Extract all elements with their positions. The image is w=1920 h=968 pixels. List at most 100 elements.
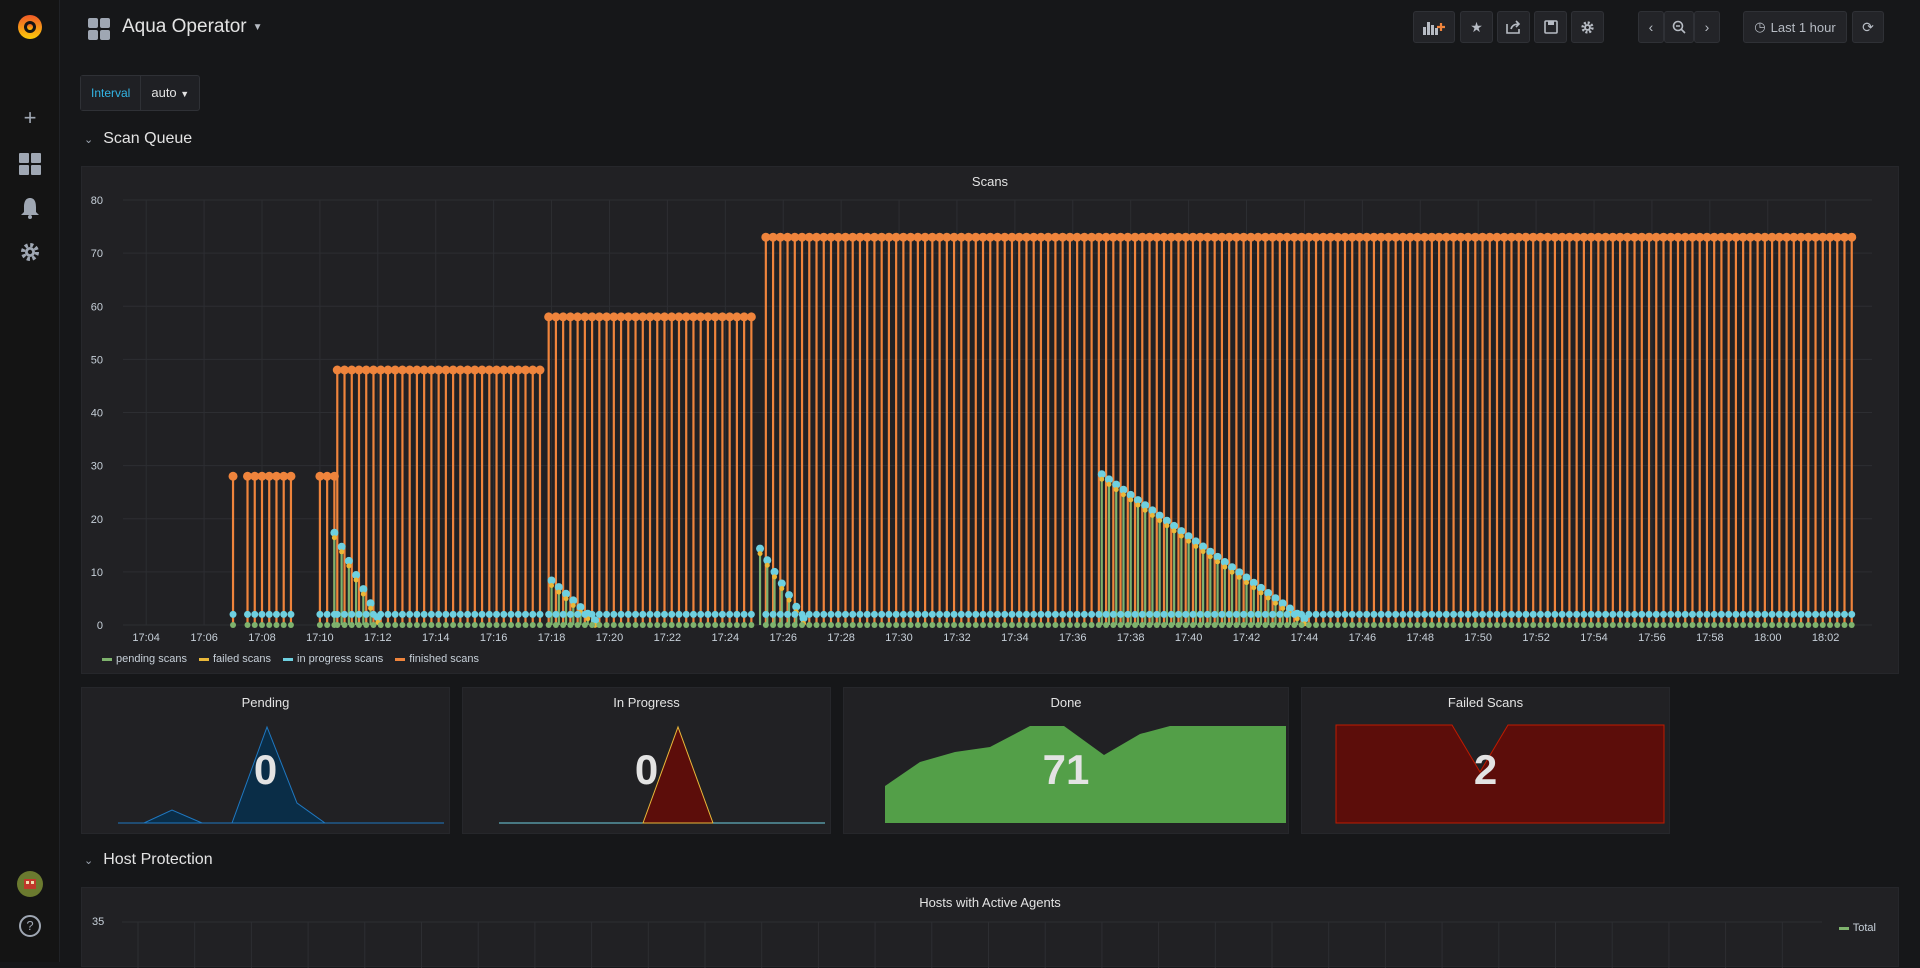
legend-label[interactable]: Total	[1853, 922, 1876, 934]
row-scan-queue[interactable]: ⌄ Scan Queue	[84, 130, 192, 148]
pending-point	[1624, 622, 1631, 628]
legend-item[interactable]: failed scans	[198, 653, 272, 665]
pending-point	[522, 622, 529, 628]
in-progress-point	[805, 610, 813, 618]
in-progress-point	[1102, 610, 1110, 618]
time-back-button[interactable]: ‹	[1638, 11, 1664, 43]
time-forward-button[interactable]: ›	[1694, 11, 1720, 43]
in-progress-point	[1544, 610, 1552, 618]
in-progress-point	[798, 610, 806, 618]
pending-point	[661, 622, 668, 628]
in-progress-point	[1066, 610, 1074, 618]
pending-point	[1494, 622, 1501, 628]
in-progress-point	[287, 610, 295, 618]
settings-button[interactable]	[1571, 11, 1604, 43]
failed-point	[1200, 549, 1206, 555]
interval-select[interactable]: auto ▼	[141, 76, 199, 110]
in-progress-point	[1428, 610, 1436, 618]
in-progress-point	[442, 610, 450, 618]
failed-point	[764, 562, 770, 568]
refresh-button[interactable]: ⟳	[1852, 11, 1884, 43]
caret-down-icon: ▼	[252, 21, 263, 33]
pending-point	[1320, 622, 1327, 628]
in-progress-point	[1768, 610, 1776, 618]
in-progress-point	[1290, 610, 1298, 618]
in-progress-point	[1703, 610, 1711, 618]
in-progress-point	[632, 610, 640, 618]
pending-point	[813, 622, 820, 628]
in-progress-point	[1196, 610, 1204, 618]
in-progress-point	[1283, 610, 1291, 618]
failed-point	[346, 563, 352, 569]
legend-item[interactable]: pending scans	[102, 653, 187, 665]
share-button[interactable]	[1497, 11, 1530, 43]
in-progress-point	[718, 610, 726, 618]
in-progress-point	[776, 610, 784, 618]
in-progress-point	[1015, 610, 1023, 618]
pending-point	[856, 622, 863, 628]
in-progress-point	[610, 610, 618, 618]
scans-chart: 0 10 20 30 40 50 60 70 80 17:04 17:06 17:08 17:10 17:…	[91, 195, 1872, 644]
in-progress-point	[1312, 610, 1320, 618]
pending-point	[1580, 622, 1587, 628]
avatar[interactable]	[0, 864, 60, 904]
pending-point	[791, 622, 798, 628]
pending-point	[1363, 622, 1370, 628]
save-button[interactable]	[1534, 11, 1567, 43]
in-progress-point	[1500, 610, 1508, 618]
pending-point	[972, 622, 979, 628]
pending-point	[958, 622, 965, 628]
in-progress-point	[1717, 610, 1725, 618]
time-picker-button[interactable]: ◷ Last 1 hour	[1743, 11, 1847, 43]
pending-point	[435, 622, 442, 628]
x-tick-label: 17:10	[306, 632, 334, 644]
bell-icon[interactable]	[0, 188, 60, 228]
dashboard-title[interactable]: Aqua Operator ▼	[122, 16, 263, 38]
failed-point	[1186, 538, 1192, 544]
add-panel-button[interactable]	[1413, 11, 1455, 43]
x-tick-label: 17:32	[943, 632, 971, 644]
refresh-icon: ⟳	[1862, 18, 1874, 35]
pending-point	[1667, 622, 1674, 628]
help-icon[interactable]: ?	[0, 906, 60, 946]
row-host-protection[interactable]: ⌄ Host Protection	[84, 851, 213, 869]
pending-point	[965, 622, 972, 628]
in-progress-point	[617, 610, 625, 618]
chevron-right-icon: ›	[1704, 19, 1710, 35]
in-progress-point	[552, 610, 560, 618]
pending-point	[893, 622, 900, 628]
legend-item[interactable]: finished scans	[395, 653, 479, 665]
gear-icon[interactable]	[0, 232, 60, 272]
pending-point	[980, 622, 987, 628]
grafana-logo-icon[interactable]	[0, 7, 60, 47]
dashboards-icon[interactable]	[0, 144, 60, 184]
pending-point	[450, 622, 457, 628]
failed-scans-stat-panel: Failed Scans 2	[1301, 687, 1670, 834]
pending-point	[392, 622, 399, 628]
zoom-out-button[interactable]	[1664, 11, 1694, 43]
y-tick-label: 80	[91, 195, 103, 207]
in-progress-point	[500, 610, 508, 618]
pending-point	[230, 622, 237, 628]
x-tick-label: 17:12	[364, 632, 392, 644]
in-progress-point	[1761, 610, 1769, 618]
pending-point	[280, 622, 287, 628]
pending-point	[1240, 622, 1247, 628]
in-progress-point	[892, 610, 900, 618]
in-progress-point	[1355, 610, 1363, 618]
pending-point	[1175, 622, 1182, 628]
plus-icon[interactable]: +	[0, 98, 60, 138]
in-progress-point	[1254, 610, 1262, 618]
in-progress-point	[323, 610, 331, 618]
in-progress-point	[355, 610, 363, 618]
in-progress-point	[820, 610, 828, 618]
in-progress-point	[1464, 610, 1472, 618]
in-progress-point	[471, 610, 479, 618]
in-progress-point	[1146, 610, 1154, 618]
x-tick-label: 17:24	[712, 632, 740, 644]
pending-point	[1689, 622, 1696, 628]
legend-item[interactable]: in progress scans	[283, 653, 383, 665]
sidebar: + ?	[0, 0, 60, 962]
star-button[interactable]: ★	[1460, 11, 1493, 43]
legend-label: failed scans	[212, 653, 272, 665]
